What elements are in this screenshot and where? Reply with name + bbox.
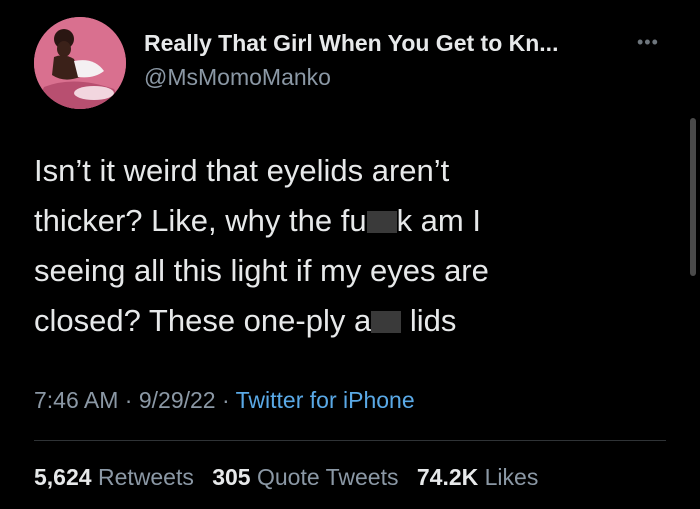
tweet-date[interactable]: 9/29/22 <box>139 387 216 413</box>
tweet-line: thicker? Like, why the fu k am I <box>34 196 654 246</box>
avatar[interactable] <box>34 17 126 109</box>
user-handle[interactable]: @MsMomoManko <box>144 64 331 91</box>
tweet-line: Isn’t it weird that eyelids aren’t <box>34 146 654 196</box>
tweet-source-link[interactable]: Twitter for iPhone <box>236 387 415 413</box>
tweet-line-text: k am I <box>396 203 481 238</box>
retweets-stat[interactable]: 5,624 Retweets <box>34 464 194 490</box>
scrollbar[interactable] <box>690 118 696 276</box>
tweet-line-text: thicker? Like, why the fu <box>34 203 367 238</box>
separator: · <box>124 387 133 413</box>
tweet-line-text: lids <box>401 303 457 338</box>
more-horizontal-icon[interactable]: ••• <box>637 32 665 52</box>
likes-stat[interactable]: 74.2K Likes <box>417 464 538 490</box>
tweet-line-text: seeing all this light if my eyes are <box>34 253 489 288</box>
tweet-meta: 7:46 AM · 9/29/22 · Twitter for iPhone <box>34 387 415 414</box>
avatar-image <box>34 17 126 109</box>
divider <box>34 440 666 441</box>
tweet-text: Isn’t it weird that eyelids aren’t thick… <box>34 146 654 346</box>
tweet-line-text: closed? These one-ply a <box>34 303 372 338</box>
quote-tweets-label: Quote Tweets <box>256 464 399 490</box>
separator: · <box>221 387 230 413</box>
tweet-time[interactable]: 7:46 AM <box>34 387 118 413</box>
likes-label: Likes <box>484 464 539 490</box>
quote-tweets-stat[interactable]: 305 Quote Tweets <box>212 464 398 490</box>
retweets-count: 5,624 <box>34 464 92 490</box>
censor-block <box>366 211 397 233</box>
tweet-stats: 5,624 Retweets 305 Quote Tweets 74.2K Li… <box>34 464 538 491</box>
tweet-line: closed? These one-ply a lids <box>34 296 654 346</box>
likes-count: 74.2K <box>416 464 479 490</box>
censor-block <box>371 311 402 333</box>
display-name[interactable]: Really That Girl When You Get to Kn... <box>144 30 558 57</box>
quote-tweets-count: 305 <box>212 464 251 490</box>
tweet-line: seeing all this light if my eyes are <box>34 246 654 296</box>
tweet-line-text: Isn’t it weird that eyelids aren’t <box>34 153 450 188</box>
retweets-label: Retweets <box>97 464 194 490</box>
